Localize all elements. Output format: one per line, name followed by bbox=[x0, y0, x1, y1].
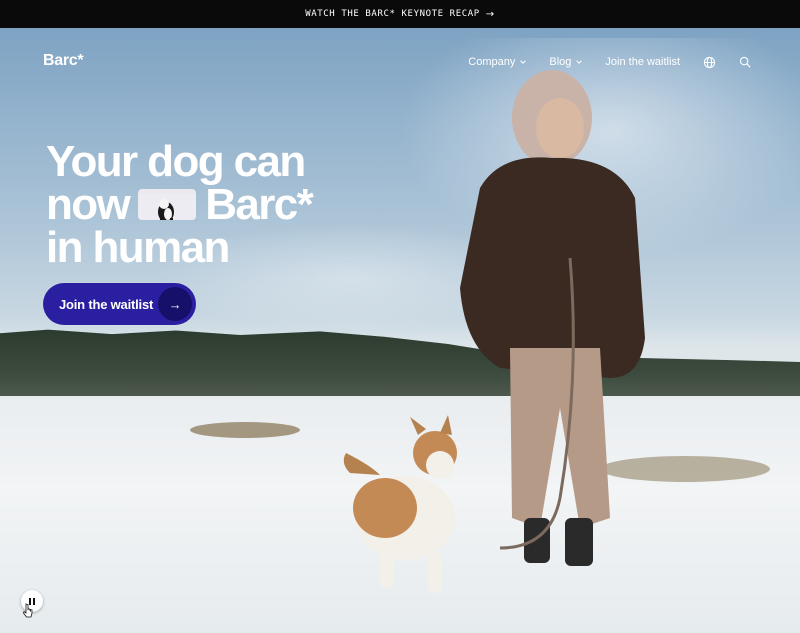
hero-section bbox=[0, 28, 800, 633]
headline-line-1: Your dog can bbox=[46, 137, 306, 186]
dog-thumbnail-image bbox=[138, 189, 197, 220]
chevron-down-icon bbox=[520, 60, 527, 64]
headline-line-2-end: Barc* bbox=[205, 180, 314, 229]
nav-company-label: Company bbox=[468, 56, 516, 68]
join-waitlist-button[interactable]: Join the waitlist → bbox=[43, 283, 196, 325]
announcement-bar[interactable]: WATCH THE BARC* KEYNOTE RECAP → bbox=[0, 0, 800, 28]
headline-line-2-start: now bbox=[46, 180, 131, 229]
arrow-right-icon: → bbox=[158, 287, 192, 321]
nav-company[interactable]: Company bbox=[468, 56, 527, 68]
chevron-down-icon bbox=[576, 60, 583, 64]
nav-blog-label: Blog bbox=[549, 56, 572, 68]
pointer-cursor-icon bbox=[23, 603, 33, 618]
search-icon[interactable] bbox=[738, 55, 752, 69]
headline-line-3: in human bbox=[46, 223, 230, 272]
dog-illustration bbox=[343, 415, 457, 593]
announcement-text[interactable]: WATCH THE BARC* KEYNOTE RECAP bbox=[305, 9, 480, 19]
hero-headline: Your dog can now Barc* in human bbox=[46, 137, 314, 272]
join-waitlist-button-label: Join the waitlist bbox=[59, 296, 154, 312]
nav-join-waitlist-label: Join the waitlist bbox=[605, 56, 680, 68]
brand-logo[interactable]: Barc* bbox=[43, 52, 84, 70]
nav-join-waitlist[interactable]: Join the waitlist bbox=[605, 56, 680, 68]
main-nav: Company Blog Join the waitlist bbox=[468, 55, 752, 69]
arrow-right-icon: → bbox=[485, 8, 495, 20]
globe-icon[interactable] bbox=[702, 55, 716, 69]
nav-blog[interactable]: Blog bbox=[549, 56, 583, 68]
person-illustration bbox=[460, 70, 645, 566]
